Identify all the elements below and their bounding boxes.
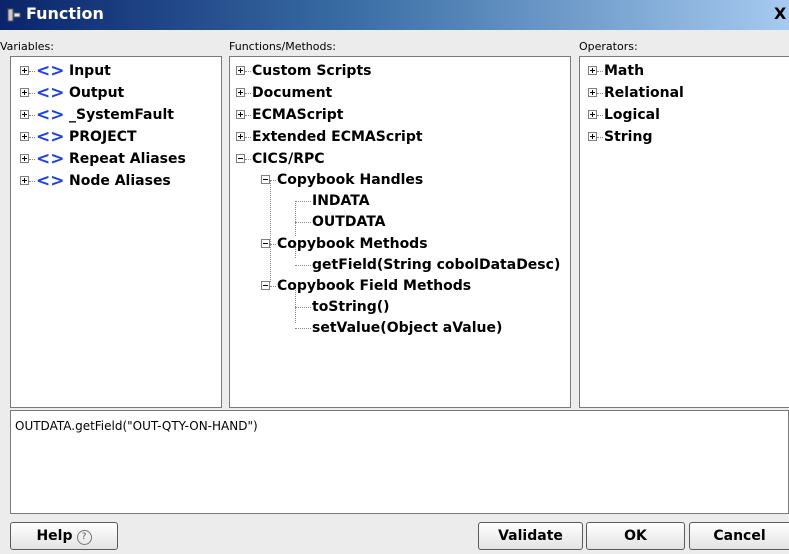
tree-item-project[interactable]: <> PROJECT — [11, 127, 216, 147]
tree-item-relational[interactable]: Relational — [580, 83, 785, 103]
tree-item-outdata[interactable]: OUTDATA — [230, 212, 565, 232]
angle-brackets-icon: <> — [36, 149, 65, 169]
tree-item-systemfault[interactable]: <> _SystemFault — [11, 105, 216, 125]
collapse-toggle-icon[interactable] — [236, 154, 245, 163]
tree-item-setvalue[interactable]: setValue(Object aValue) — [230, 318, 565, 338]
tree-item-logical[interactable]: Logical — [580, 105, 785, 125]
tree-item-copybook-handles[interactable]: Copybook Handles — [230, 170, 565, 190]
tree-item-custom-scripts[interactable]: Custom Scripts — [230, 61, 565, 81]
expand-toggle-icon[interactable] — [236, 66, 245, 75]
tree-item-copybook-methods[interactable]: Copybook Methods — [230, 234, 565, 254]
variables-label: Variables: — [0, 40, 54, 53]
variables-tree[interactable]: <> Input <> Output <> _SystemFault <> PR… — [10, 56, 222, 408]
tree-item-string[interactable]: String — [580, 127, 785, 147]
angle-brackets-icon: <> — [36, 61, 65, 81]
window-title: Function — [26, 4, 104, 23]
operators-label: Operators: — [579, 40, 638, 53]
functions-tree[interactable]: Custom Scripts Document ECMAScript Exten… — [229, 56, 571, 408]
tree-item-ecmascript[interactable]: ECMAScript — [230, 105, 565, 125]
tree-item-document[interactable]: Document — [230, 83, 565, 103]
tree-item-cics-rpc[interactable]: CICS/RPC — [230, 149, 565, 169]
angle-brackets-icon: <> — [36, 171, 65, 191]
expand-toggle-icon[interactable] — [20, 110, 29, 119]
expand-toggle-icon[interactable] — [20, 176, 29, 185]
function-tool-icon — [7, 8, 21, 22]
tree-item-indata[interactable]: INDATA — [230, 191, 565, 211]
expression-text: OUTDATA.getField("OUT-QTY-ON-HAND") — [15, 419, 258, 433]
collapse-toggle-icon[interactable] — [261, 239, 270, 248]
expand-toggle-icon[interactable] — [20, 154, 29, 163]
expand-toggle-icon[interactable] — [588, 132, 597, 141]
angle-brackets-icon: <> — [36, 105, 65, 125]
tree-item-output[interactable]: <> Output — [11, 83, 216, 103]
help-circle-icon: ? — [76, 530, 92, 545]
tree-item-math[interactable]: Math — [580, 61, 785, 81]
expand-toggle-icon[interactable] — [588, 66, 597, 75]
tree-item-copybook-field-methods[interactable]: Copybook Field Methods — [230, 276, 565, 296]
collapse-toggle-icon[interactable] — [261, 281, 270, 290]
cancel-button[interactable]: Cancel — [689, 522, 789, 550]
validate-button[interactable]: Validate — [478, 522, 583, 550]
expand-toggle-icon[interactable] — [20, 88, 29, 97]
angle-brackets-icon: <> — [36, 127, 65, 147]
tree-item-input[interactable]: <> Input — [11, 61, 216, 81]
expand-toggle-icon[interactable] — [236, 132, 245, 141]
expand-toggle-icon[interactable] — [588, 110, 597, 119]
help-button-label: Help — [36, 528, 73, 544]
tree-item-repeat-aliases[interactable]: <> Repeat Aliases — [11, 149, 216, 169]
expand-toggle-icon[interactable] — [588, 88, 597, 97]
functions-label: Functions/Methods: — [229, 40, 336, 53]
help-button[interactable]: Help? — [10, 522, 118, 550]
expand-toggle-icon[interactable] — [20, 66, 29, 75]
ok-button[interactable]: OK — [586, 522, 685, 550]
expand-toggle-icon[interactable] — [236, 110, 245, 119]
tree-item-extended-ecmascript[interactable]: Extended ECMAScript — [230, 127, 565, 147]
angle-brackets-icon: <> — [36, 83, 65, 103]
expand-toggle-icon[interactable] — [236, 88, 245, 97]
operators-tree[interactable]: Math Relational Logical String — [579, 56, 789, 408]
tree-item-getfield[interactable]: getField(String cobolDataDesc) — [230, 255, 565, 275]
collapse-toggle-icon[interactable] — [261, 175, 270, 184]
tree-item-tostring[interactable]: toString() — [230, 297, 565, 317]
expand-toggle-icon[interactable] — [20, 132, 29, 141]
expression-editor[interactable]: OUTDATA.getField("OUT-QTY-ON-HAND") — [10, 410, 789, 514]
tree-item-node-aliases[interactable]: <> Node Aliases — [11, 171, 216, 191]
title-bar: Function X — [0, 0, 789, 30]
close-button[interactable]: X — [774, 4, 786, 23]
